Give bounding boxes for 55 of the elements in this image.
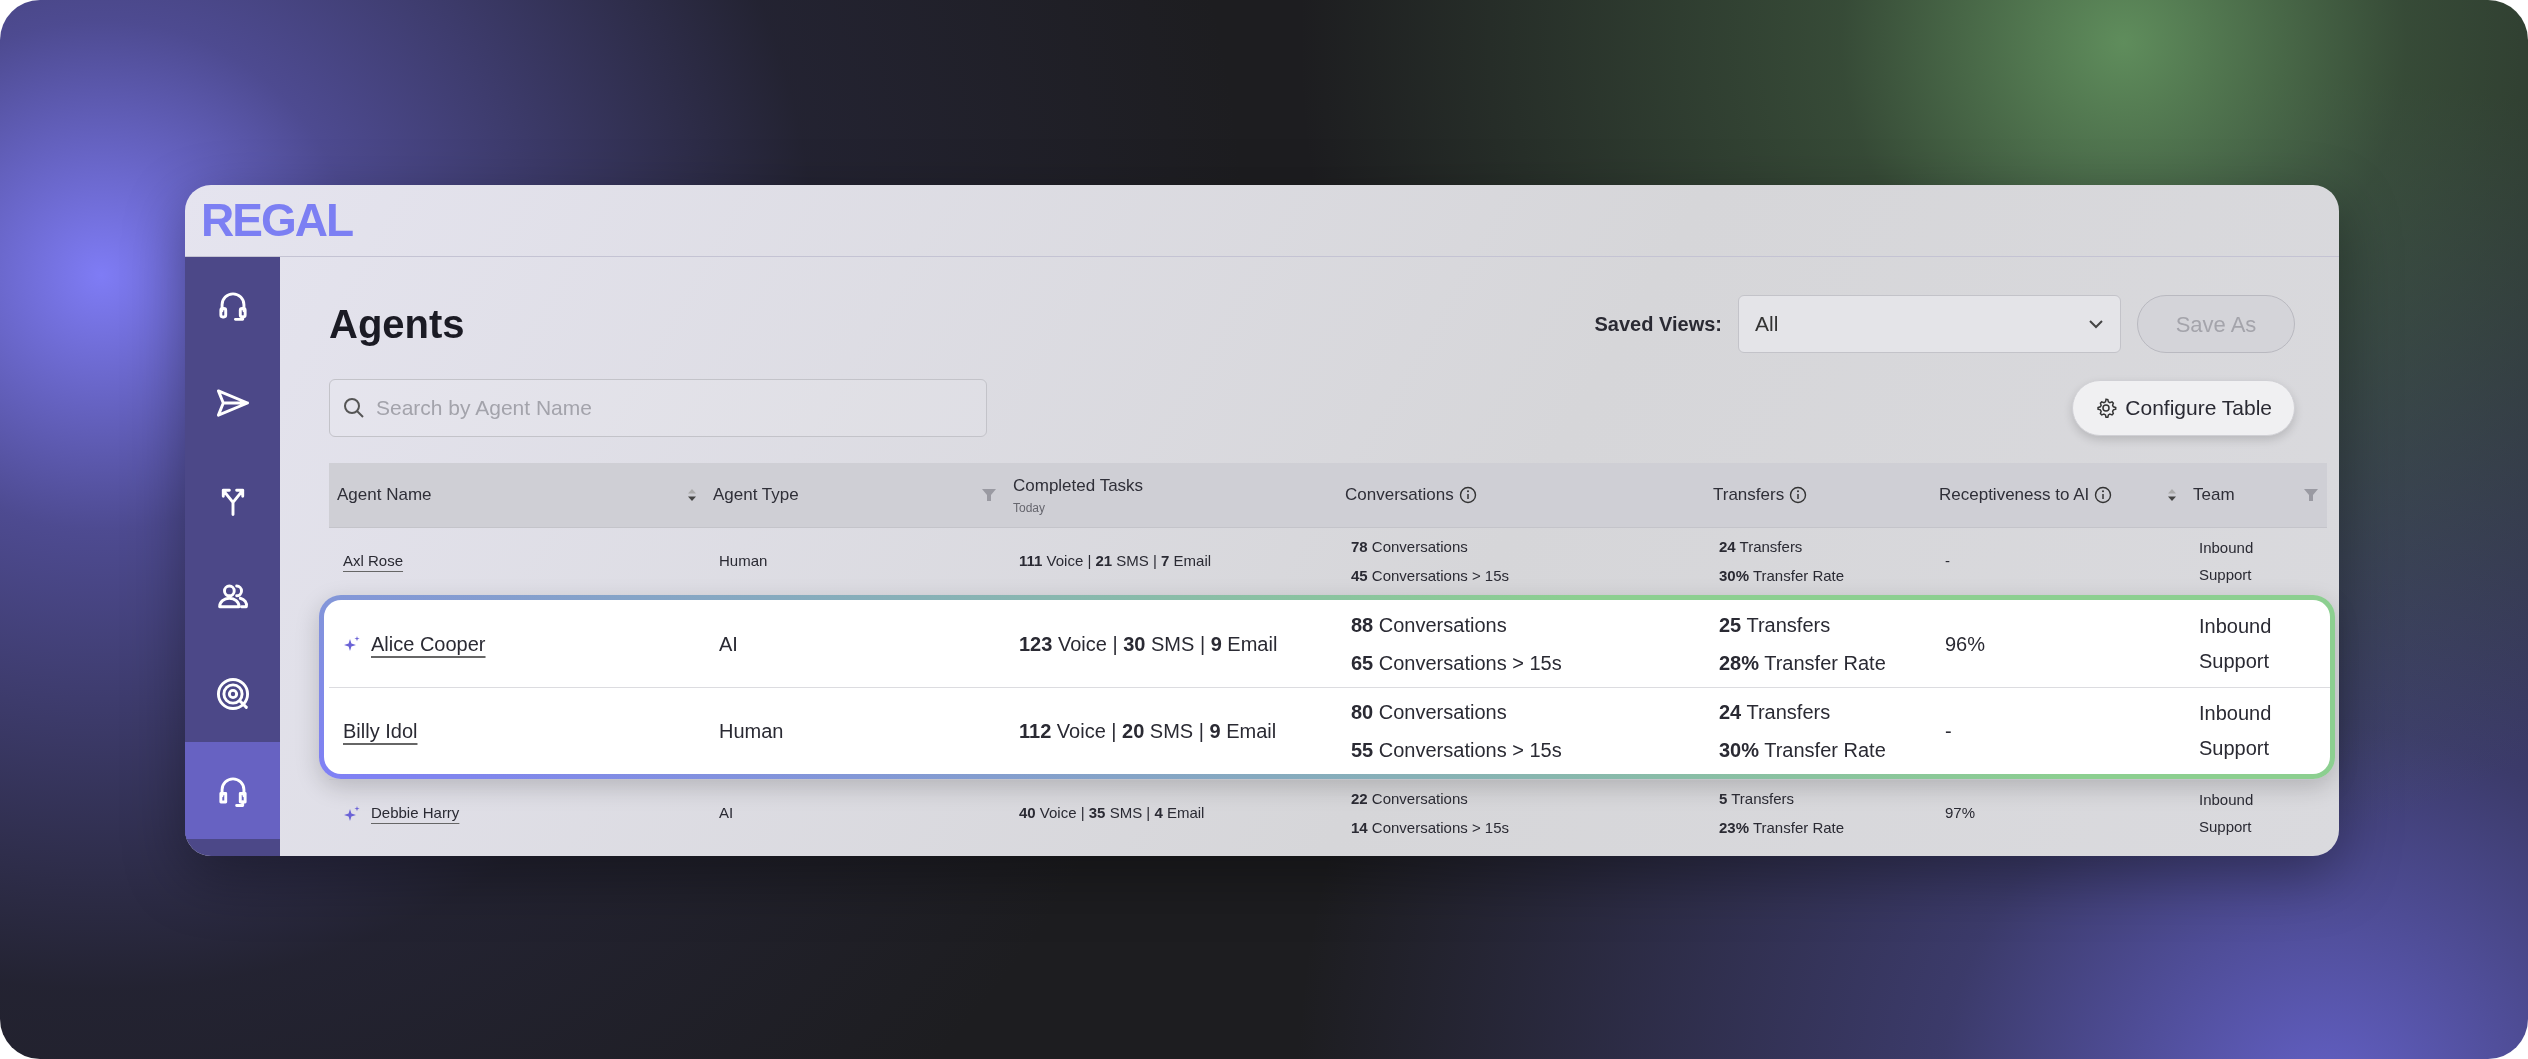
receptiveness-value: - (1945, 720, 1952, 742)
transfer-rate: 30% Transfer Rate (1719, 738, 1887, 763)
column-header[interactable]: Team (2193, 485, 2235, 505)
column-subtitle: Today (1013, 499, 1047, 517)
transfer-count: 25 Transfers (1719, 612, 1832, 638)
team-name: Inbound Support (2199, 790, 2255, 837)
configure-table-button[interactable]: Configure Table (2072, 380, 2295, 436)
receptiveness-value: - (1945, 552, 1950, 570)
transfer-rate: 30% Transfer Rate (1719, 565, 1846, 586)
long-conversation-count: 45 Conversations > 15s (1351, 565, 1510, 586)
target-icon (215, 676, 250, 711)
transfer-rate: 23% Transfer Rate (1719, 817, 1846, 838)
agent-type: AI (719, 804, 734, 822)
agent-name-link[interactable]: Alice Cooper (371, 628, 486, 659)
column-header[interactable]: Conversations (1345, 485, 1454, 505)
conversation-count: 88 Conversations (1351, 612, 1508, 638)
transfer-count: 24 Transfers (1719, 537, 1804, 557)
conversation-count: 78 Conversations (1351, 537, 1469, 557)
agent-name-link[interactable]: Axl Rose (343, 550, 404, 573)
task-counts: 111 Voice | 21 SMS | 7 Email (1019, 552, 1212, 570)
team-name: Inbound Support (2199, 701, 2273, 761)
agent-name-link[interactable]: Debbie Harry (371, 802, 460, 825)
column-header[interactable]: Receptiveness to AI (1939, 485, 2090, 505)
conversation-count: 22 Conversations (1351, 789, 1469, 809)
search-field[interactable]: Search by Agent Name (329, 379, 987, 437)
task-counts: 40 Voice | 35 SMS | 4 Email (1019, 804, 1205, 822)
agent-type: AI (719, 632, 738, 655)
saved-views-dropdown[interactable]: All (1738, 295, 2121, 353)
column-header[interactable]: Transfers (1713, 485, 1785, 505)
saved-views-label: Saved Views: (1594, 312, 1722, 337)
team-name: Inbound Support (2199, 538, 2255, 585)
team-name: Inbound Support (2199, 613, 2273, 674)
task-counts: 123 Voice | 30 SMS | 9 Email (1019, 632, 1278, 655)
page-title: Agents (329, 301, 465, 348)
column-header[interactable]: Agent Type (713, 485, 799, 505)
chevron-down-icon (2088, 319, 2104, 329)
task-counts: 112 Voice | 20 SMS | 9 Email (1019, 720, 1277, 742)
settings-icon (2095, 397, 2118, 419)
agent-type: Human (719, 720, 784, 742)
agent-type: Human (719, 552, 768, 570)
logo: REGAL (201, 193, 352, 248)
search-icon (343, 397, 365, 419)
receptiveness-value: 96% (1945, 632, 1986, 655)
sidebar-item[interactable] (185, 742, 280, 839)
conversation-count: 80 Conversations (1351, 700, 1508, 725)
agent-name-link[interactable]: Billy Idol (343, 716, 418, 746)
transfer-count: 5 Transfers (1719, 789, 1796, 809)
column-header[interactable]: Agent Name (337, 485, 432, 505)
long-conversation-count: 55 Conversations > 15s (1351, 738, 1563, 763)
transfer-count: 24 Transfers (1719, 700, 1832, 725)
long-conversation-count: 14 Conversations > 15s (1351, 817, 1510, 838)
transfer-rate: 28% Transfer Rate (1719, 650, 1887, 676)
column-header[interactable]: Completed Tasks (1013, 476, 1144, 496)
receptiveness-value: 97% (1945, 804, 1976, 822)
long-conversation-count: 65 Conversations > 15s (1351, 650, 1563, 676)
